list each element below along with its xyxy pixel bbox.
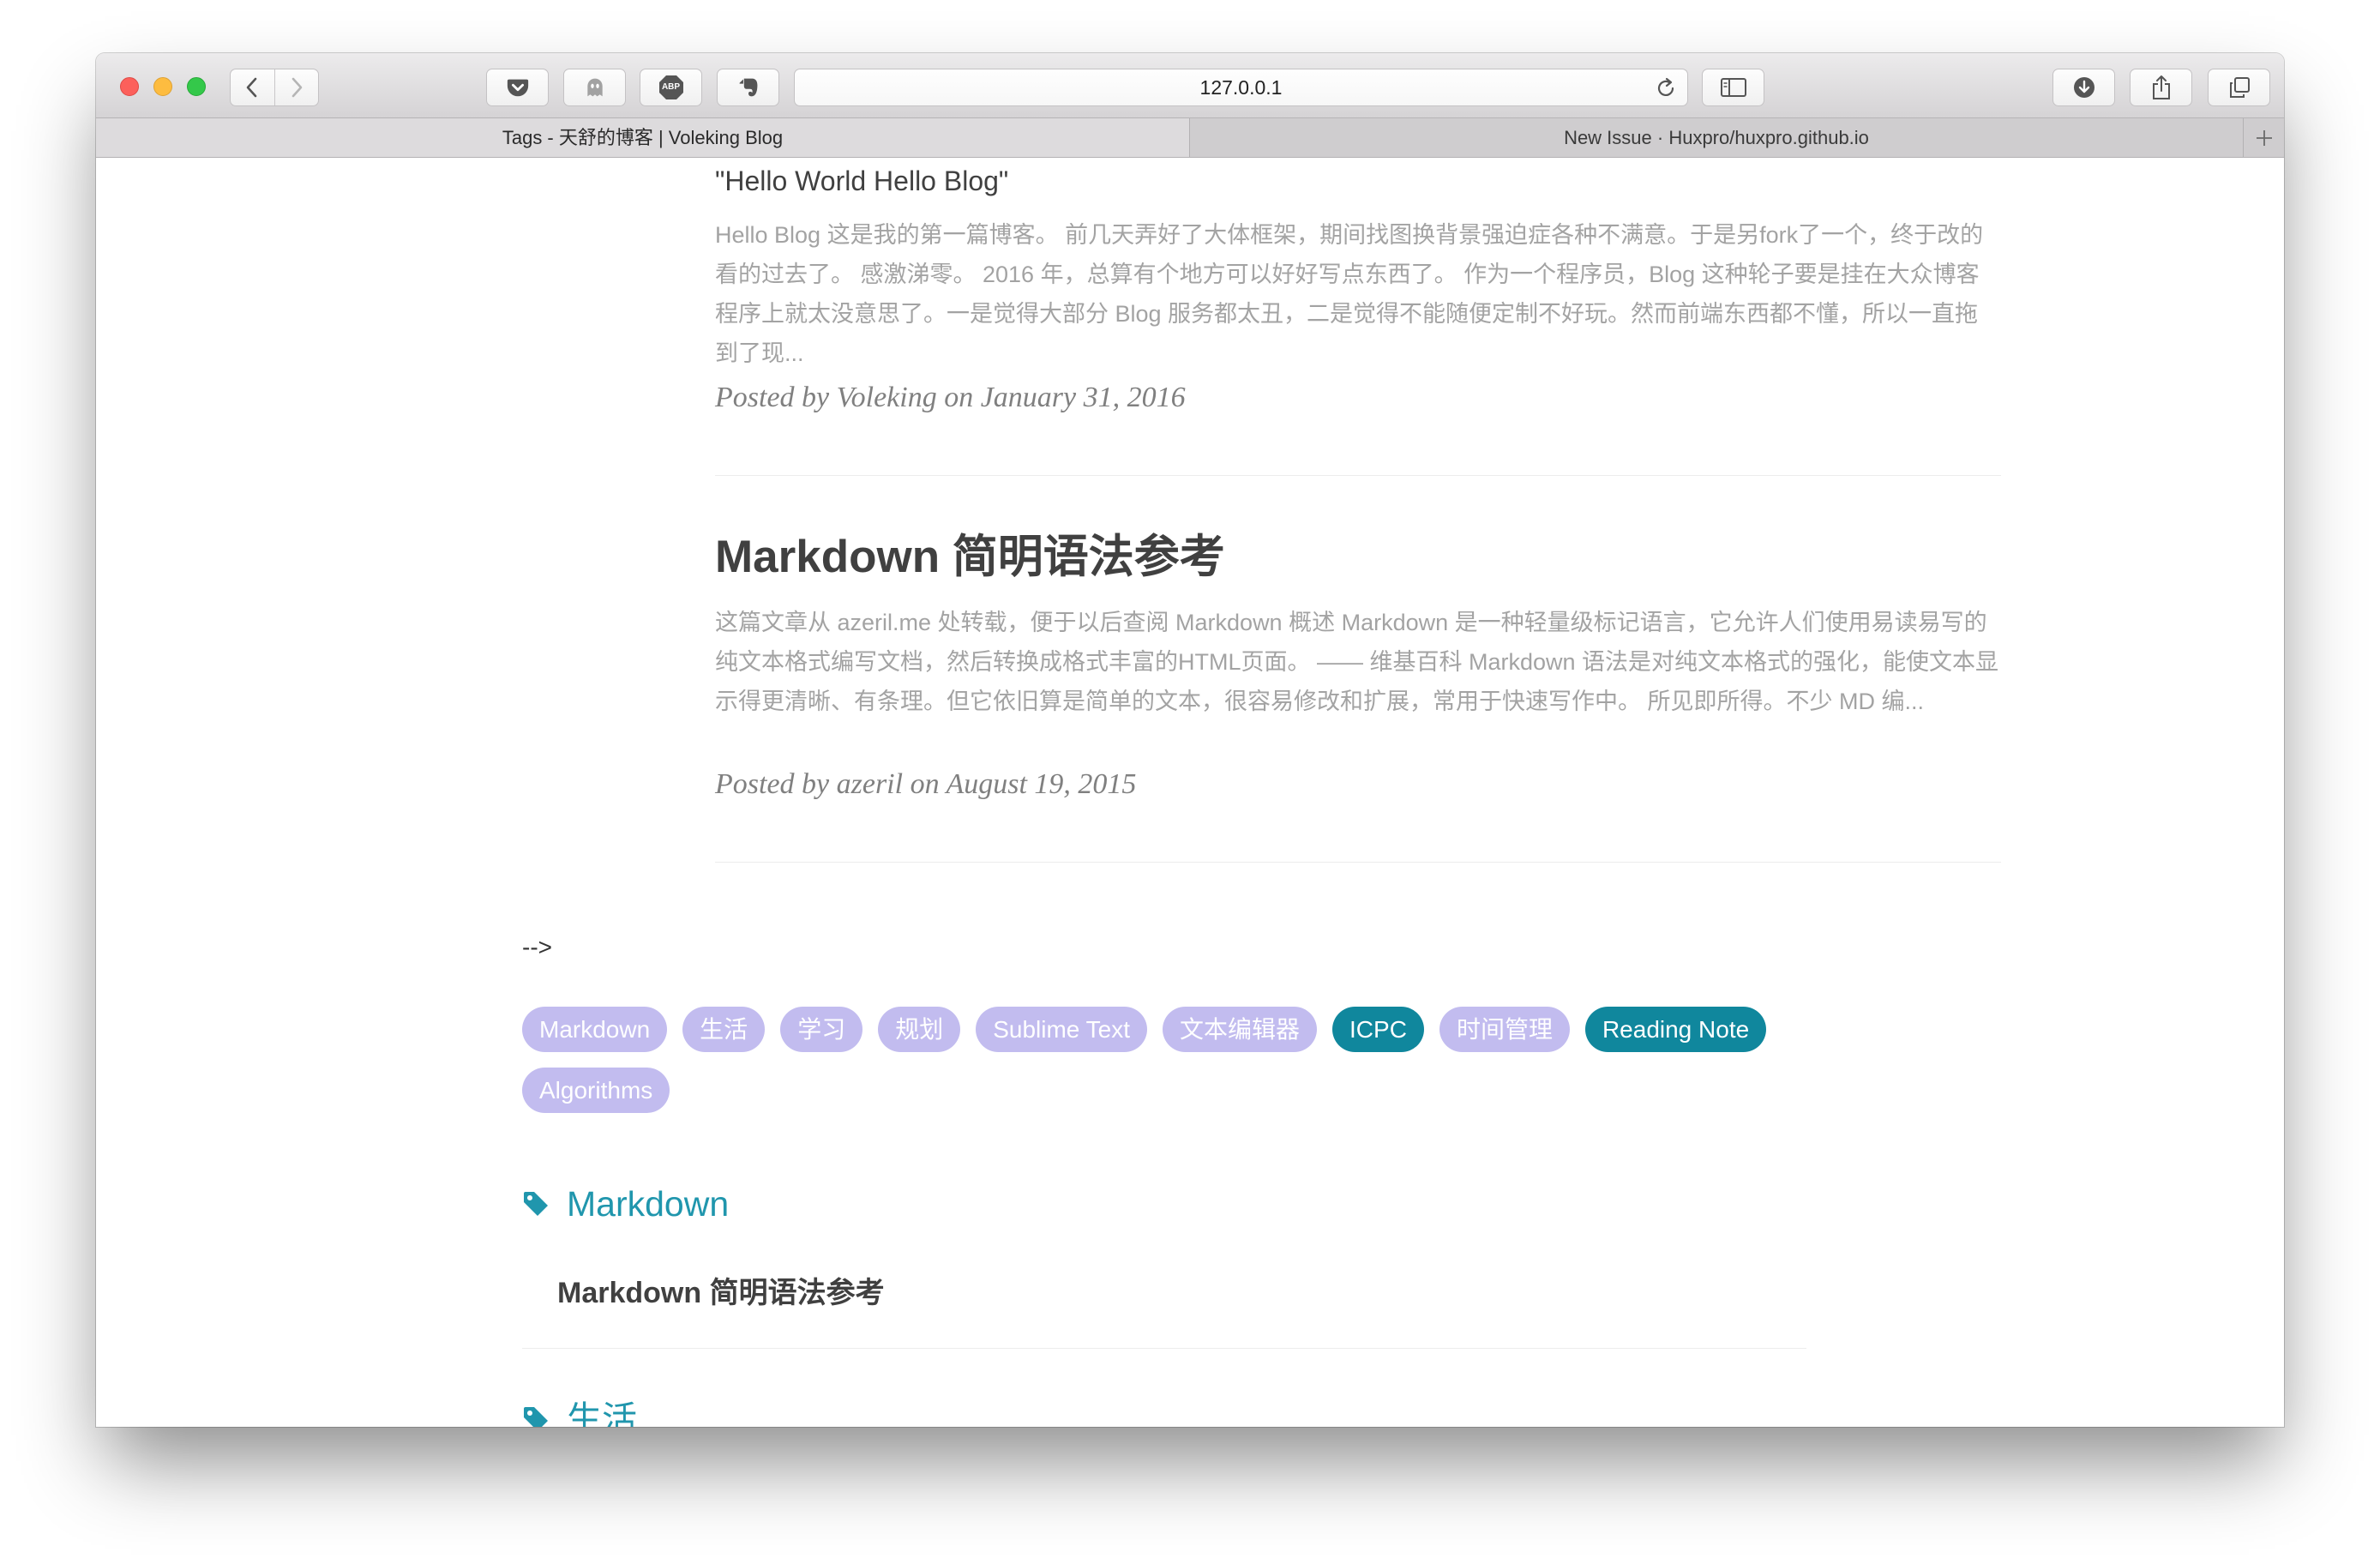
- share-button[interactable]: [2130, 69, 2192, 106]
- tab-bar: Tags - 天舒的博客 | Voleking Blog New Issue ·…: [96, 118, 2284, 158]
- tag-pill-time-management[interactable]: 时间管理: [1439, 1007, 1570, 1052]
- new-tab-button[interactable]: [2244, 118, 2284, 157]
- address-text: 127.0.0.1: [1199, 76, 1283, 99]
- tag-icon: [522, 1190, 550, 1218]
- reload-icon[interactable]: [1655, 77, 1677, 99]
- adblock-badge-text: ABP: [661, 82, 681, 92]
- tag-pill-sublime-text[interactable]: Sublime Text: [976, 1007, 1148, 1052]
- tab-new-issue[interactable]: New Issue · Huxpro/huxpro.github.io: [1190, 118, 2244, 157]
- tag-section-heading: Markdown: [522, 1180, 729, 1228]
- tag-section-post-link[interactable]: Markdown 简明语法参考: [557, 1274, 885, 1312]
- pocket-icon: [507, 79, 528, 97]
- forward-icon: [291, 77, 303, 98]
- tabs-overview-button[interactable]: [2208, 69, 2270, 106]
- back-icon: [246, 77, 257, 98]
- minimize-icon[interactable]: [153, 77, 172, 96]
- tab-tags[interactable]: Tags - 天舒的博客 | Voleking Blog: [96, 118, 1190, 157]
- sidebar-icon: [1720, 78, 1746, 97]
- tag-section-heading: 生活: [522, 1395, 637, 1427]
- evernote-icon: [739, 78, 757, 97]
- section-divider: [522, 1348, 1806, 1349]
- ghostery-button[interactable]: [563, 69, 626, 106]
- stray-comment-text: -->: [522, 934, 552, 960]
- download-button[interactable]: [2052, 69, 2115, 106]
- post-meta: Posted by azeril on August 19, 2015: [715, 768, 1137, 800]
- post-meta: Posted by Voleking on January 31, 2016: [715, 382, 1186, 413]
- tag-pill-planning[interactable]: 规划: [878, 1007, 961, 1052]
- post-divider: [715, 475, 2001, 476]
- tag-icon: [522, 1405, 550, 1427]
- tag-cloud: Markdown 生活 学习 规划 Sublime Text 文本编辑器 ICP…: [522, 1007, 1860, 1113]
- sidebar-button[interactable]: [1702, 69, 1764, 106]
- tag-pill-algorithms[interactable]: Algorithms: [522, 1068, 670, 1113]
- new-tab-plus-icon: [2256, 129, 2272, 146]
- forward-button[interactable]: [273, 69, 319, 105]
- download-icon: [2073, 77, 2095, 98]
- share-icon: [2152, 75, 2170, 99]
- tag-section-title[interactable]: Markdown: [567, 1180, 729, 1228]
- pocket-button[interactable]: [486, 69, 549, 106]
- close-icon[interactable]: [120, 77, 139, 96]
- post-title-link[interactable]: Markdown 简明语法参考: [715, 530, 1225, 585]
- tag-pill-life[interactable]: 生活: [682, 1007, 766, 1052]
- adblock-button[interactable]: ABP: [640, 69, 702, 106]
- post-excerpt[interactable]: 这篇文章从 azeril.me 处转载，便于以后查阅 Markdown 概述 M…: [715, 603, 2001, 721]
- tag-pill-markdown[interactable]: Markdown: [522, 1007, 668, 1052]
- toolbar: ABP 127.0.0.1: [96, 53, 2284, 118]
- tag-pill-text-editor[interactable]: 文本编辑器: [1163, 1007, 1318, 1052]
- tag-section-title[interactable]: 生活: [567, 1395, 637, 1427]
- adblock-icon: ABP: [658, 75, 684, 100]
- browser-window: ABP 127.0.0.1 Tags - 天舒的博客 | Voleking Bl…: [96, 53, 2284, 1427]
- ghostery-icon: [586, 78, 603, 97]
- evernote-button[interactable]: [717, 69, 779, 106]
- post-excerpt[interactable]: Hello Blog 这是我的第一篇博客。 前几天弄好了大体框架，期间找图换背景…: [715, 215, 2001, 373]
- tag-pill-study[interactable]: 学习: [780, 1007, 863, 1052]
- post-title-link[interactable]: "Hello World Hello Blog": [715, 164, 1008, 198]
- tag-pill-icpc[interactable]: ICPC: [1332, 1007, 1424, 1052]
- address-bar[interactable]: 127.0.0.1: [794, 69, 1688, 106]
- back-button[interactable]: [231, 69, 274, 105]
- zoom-icon[interactable]: [187, 77, 206, 96]
- tag-pill-reading-note[interactable]: Reading Note: [1584, 1007, 1767, 1052]
- post-divider: [715, 862, 2001, 863]
- page-content: "Hello World Hello Blog" Hello Blog 这是我的…: [96, 158, 2284, 1427]
- tabs-overview-icon: [2229, 77, 2250, 98]
- navigation-buttons: [230, 69, 319, 106]
